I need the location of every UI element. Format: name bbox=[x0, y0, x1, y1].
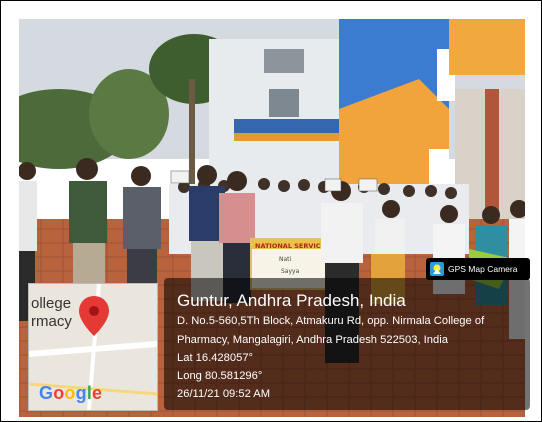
placard bbox=[170, 170, 190, 184]
person-green-shirt bbox=[69, 158, 107, 303]
canopy-trim bbox=[234, 133, 339, 141]
map-label-line1: ollege bbox=[31, 295, 72, 312]
window bbox=[429, 149, 449, 189]
window bbox=[264, 49, 304, 73]
google-logo: Google bbox=[39, 383, 102, 404]
gps-camera-badge: GPS Map Camera bbox=[426, 258, 530, 280]
google-logo-text: Google bbox=[39, 383, 103, 403]
location-title: Guntur, Andhra Pradesh, India bbox=[177, 291, 406, 310]
image-frame: NATIONAL SERVICE Nati Sayya GPS Map Came… bbox=[0, 0, 542, 422]
address-line2: Pharmacy, Mangalagiri, Andhra Pradesh 52… bbox=[177, 334, 448, 346]
longitude: Long 80.581296° bbox=[177, 370, 263, 382]
gps-camera-label: GPS Map Camera bbox=[448, 264, 518, 274]
map-label-line2: rmacy bbox=[31, 313, 72, 330]
map-thumbnail: ollege rmacy Google bbox=[28, 283, 158, 411]
palm-trunk bbox=[189, 79, 195, 189]
placard bbox=[324, 178, 342, 192]
banner-line2: Nati bbox=[279, 256, 292, 263]
datetime: 26/11/21 09:52 AM bbox=[177, 388, 271, 400]
banner-line3: Sayya bbox=[281, 268, 300, 275]
canopy bbox=[234, 119, 339, 133]
pillar bbox=[485, 89, 499, 219]
window bbox=[269, 89, 299, 117]
latitude: Lat 16.428057° bbox=[177, 352, 254, 364]
address-line1: D. No.5-560,5Th Block, Atmakuru Rd, opp.… bbox=[177, 315, 485, 327]
location-pin-icon bbox=[79, 296, 109, 336]
gps-camera-icon bbox=[430, 262, 444, 276]
roof bbox=[449, 19, 525, 75]
placard bbox=[358, 178, 378, 192]
banner-line1: NATIONAL SERVICE bbox=[255, 242, 325, 250]
